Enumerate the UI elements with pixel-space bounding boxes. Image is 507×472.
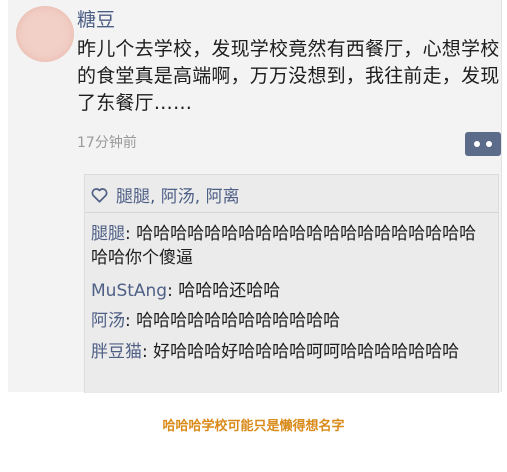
divider: [85, 212, 498, 213]
post-timestamp: 17分钟前: [77, 135, 137, 151]
comment-separator: :: [142, 342, 154, 362]
comment-author[interactable]: 阿汤: [91, 311, 125, 331]
comment-author[interactable]: MuStAng: [91, 281, 167, 301]
comment-item[interactable]: 腿腿: 哈哈哈哈哈哈哈哈哈哈哈哈哈哈哈哈哈哈哈哈哈哈你个傻逼: [91, 222, 493, 270]
comment-item[interactable]: 胖豆猫: 好哈哈哈好哈哈哈哈呵呵哈哈哈哈哈哈哈: [91, 340, 493, 364]
post-username[interactable]: 糖豆: [77, 5, 115, 32]
comment-item[interactable]: 阿汤: 哈哈哈哈哈哈哈哈哈哈哈哈: [91, 309, 493, 333]
more-options-button[interactable]: [465, 132, 501, 156]
moments-post-screenshot: 糖豆 昨儿个去学校，发现学校竟然有西餐厅，心想学校的食堂真是高端啊，万万没想到，…: [8, 0, 502, 393]
comment-separator: :: [125, 311, 137, 331]
comment-text: 哈哈哈还哈哈: [178, 281, 281, 301]
likes-names[interactable]: 腿腿, 阿汤, 阿离: [116, 187, 240, 207]
avatar[interactable]: [16, 6, 74, 62]
comment-text: 哈哈哈哈哈哈哈哈哈哈哈哈: [136, 311, 341, 331]
comment-text: 好哈哈哈好哈哈哈哈呵呵哈哈哈哈哈哈哈: [153, 342, 460, 362]
ellipsis-icon: [474, 141, 480, 147]
heart-icon: [91, 187, 111, 208]
likes-row: 腿腿, 阿汤, 阿离: [91, 182, 240, 208]
ellipsis-icon: [486, 141, 492, 147]
post-text: 昨儿个去学校，发现学校竟然有西餐厅，心想学校的食堂真是高端啊，万万没想到，我往前…: [77, 38, 500, 114]
comment-separator: :: [167, 281, 179, 301]
comment-separator: :: [125, 224, 137, 244]
comments-panel: 腿腿, 阿汤, 阿离 腿腿: 哈哈哈哈哈哈哈哈哈哈哈哈哈哈哈哈哈哈哈哈哈哈你个傻…: [84, 174, 499, 393]
comment-item[interactable]: MuStAng: 哈哈哈还哈哈: [91, 279, 493, 303]
image-caption: 哈哈哈学校可能只是懒得想名字: [162, 419, 345, 434]
comment-author[interactable]: 腿腿: [91, 224, 125, 244]
comment-author[interactable]: 胖豆猫: [91, 342, 142, 362]
comment-text: 哈哈哈哈哈哈哈哈哈哈哈哈哈哈哈哈哈哈哈哈哈哈你个傻逼: [91, 224, 477, 268]
